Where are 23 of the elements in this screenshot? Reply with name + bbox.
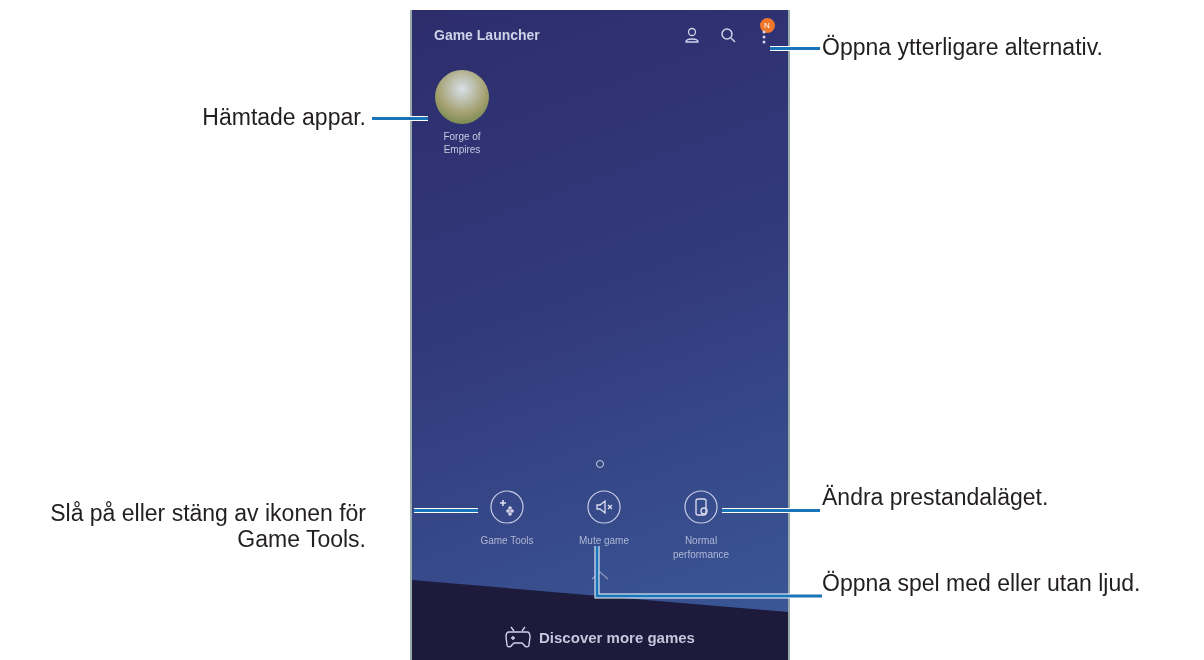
callout-text: Slå på eller stäng av ikonen för Game Tools. [50, 500, 366, 552]
discover-button[interactable]: Discover more games [499, 624, 701, 650]
callout-text: Ändra prestandaläget. [822, 484, 1049, 510]
app-picture-placeholder [435, 70, 489, 124]
profile-icon[interactable] [682, 25, 702, 45]
tool-toggle[interactable]: Mute game [559, 490, 649, 562]
callout-text: Öppna ytterligare alternativ. [822, 34, 1103, 60]
more-options-button[interactable]: N [754, 17, 774, 45]
chevron-up-icon[interactable] [591, 570, 609, 580]
notification-badge: N [759, 17, 775, 33]
tool-toggle[interactable]: Normal performance [656, 490, 746, 562]
tool-toggle[interactable]: Game Tools [462, 490, 552, 562]
app-title: Game Launcher [434, 27, 541, 43]
more-options-icon [762, 28, 766, 45]
phone-gear-icon [684, 490, 718, 524]
gamepad-icon [505, 625, 532, 649]
callout-text: Hämtade appar. [202, 104, 366, 130]
gamepad-sparkle-icon [490, 490, 524, 524]
app-shortcut[interactable]: Forge of Empires [432, 70, 492, 156]
callout-text: Öppna spel med eller utan ljud. [822, 570, 1141, 596]
app-label: Forge of Empires [442, 130, 482, 156]
search-icon[interactable] [718, 25, 738, 45]
muted-speaker-icon [587, 490, 621, 524]
